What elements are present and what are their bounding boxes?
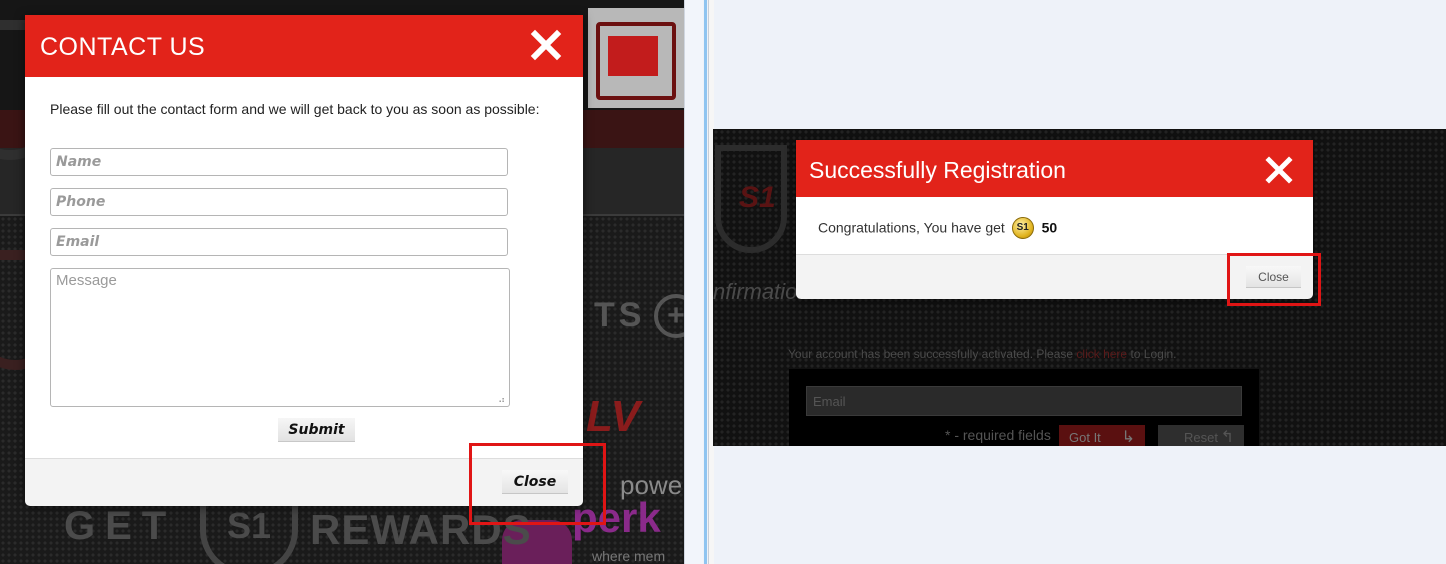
required-fields-note: * - required fields xyxy=(945,427,1051,443)
s1-shield-logo: S1 xyxy=(715,145,787,253)
reset-label: Reset xyxy=(1184,429,1218,445)
pane-divider xyxy=(684,0,703,564)
background-text-where: where mem xyxy=(592,548,666,564)
click-here-link[interactable]: click here xyxy=(1076,347,1127,361)
background-text-ts: TS xyxy=(594,296,646,334)
email-field[interactable] xyxy=(50,228,508,256)
login-email-field[interactable] xyxy=(806,386,1242,416)
arrow-icon: ↳ xyxy=(1121,429,1135,446)
generator-product-image xyxy=(588,8,684,108)
success-message: Congratulations, You have get S1 50 xyxy=(818,217,1058,240)
shield-s1-text: S1 xyxy=(739,181,776,214)
resize-grip-icon[interactable]: ⠴ xyxy=(498,395,505,406)
success-text: Congratulations, You have get xyxy=(818,219,1005,236)
activation-message: Your account has been successfully activ… xyxy=(788,347,1177,361)
close-button-highlight xyxy=(1227,253,1321,306)
name-field[interactable] xyxy=(50,148,508,176)
phone-field[interactable] xyxy=(50,188,508,216)
close-button-highlight xyxy=(469,443,606,525)
close-x-icon[interactable] xyxy=(530,29,562,61)
background-text-get: GET xyxy=(64,504,177,548)
generator-body-shape xyxy=(608,36,658,76)
reward-amount: 50 xyxy=(1041,219,1058,236)
to-login-text: to Login. xyxy=(1130,347,1177,361)
login-form: * - required fields Got It ↳ Reset ↰ xyxy=(789,369,1259,446)
modal-title: Successfully Registration xyxy=(809,157,1066,183)
pane-divider-accent xyxy=(704,0,707,564)
form-intro-text: Please fill out the contact form and we … xyxy=(50,101,540,117)
s1-coin-icon: S1 xyxy=(1011,217,1034,239)
submit-button[interactable]: Submit xyxy=(278,418,355,442)
reset-arrow-icon: ↰ xyxy=(1220,429,1234,446)
activation-text: Your account has been successfully activ… xyxy=(788,347,1074,361)
close-x-icon[interactable] xyxy=(1265,156,1293,184)
modal-header: CONTACT US xyxy=(25,15,583,77)
reset-button[interactable]: Reset ↰ xyxy=(1158,425,1244,446)
background-text-lv: LV xyxy=(586,392,640,441)
modal-title: CONTACT US xyxy=(40,33,206,61)
message-field[interactable] xyxy=(50,268,510,407)
got-it-label: Got It xyxy=(1069,429,1101,445)
modal-header: Successfully Registration xyxy=(796,140,1313,197)
contact-us-modal: CONTACT US Please fill out the contact f… xyxy=(25,15,583,506)
got-it-button[interactable]: Got It ↳ xyxy=(1059,425,1145,446)
left-screenshot-pane: TS + LV powe perk where mem GET S1 REWAR… xyxy=(0,0,684,564)
